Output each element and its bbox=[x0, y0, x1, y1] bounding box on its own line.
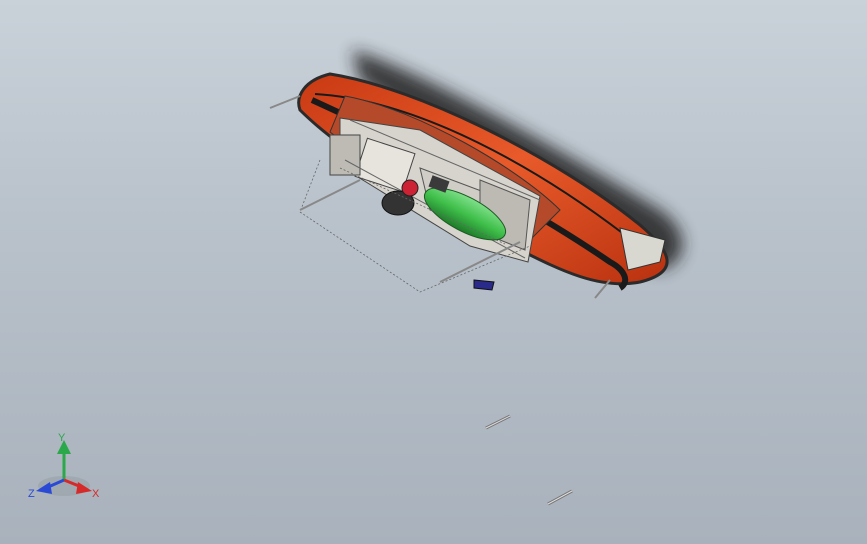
loose-pin-2[interactable] bbox=[547, 489, 573, 506]
boat-assembly-model[interactable] bbox=[0, 0, 867, 544]
loose-pin-1[interactable] bbox=[485, 414, 511, 430]
y-axis-label: Y bbox=[58, 432, 66, 444]
cad-viewport[interactable]: Y X Z bbox=[0, 0, 867, 544]
orientation-triad[interactable]: Y X Z bbox=[26, 430, 106, 502]
z-axis-label: Z bbox=[28, 488, 35, 500]
x-axis-label: X bbox=[92, 488, 100, 500]
y-axis-arrow bbox=[57, 440, 71, 480]
small-bracket[interactable] bbox=[473, 279, 495, 291]
